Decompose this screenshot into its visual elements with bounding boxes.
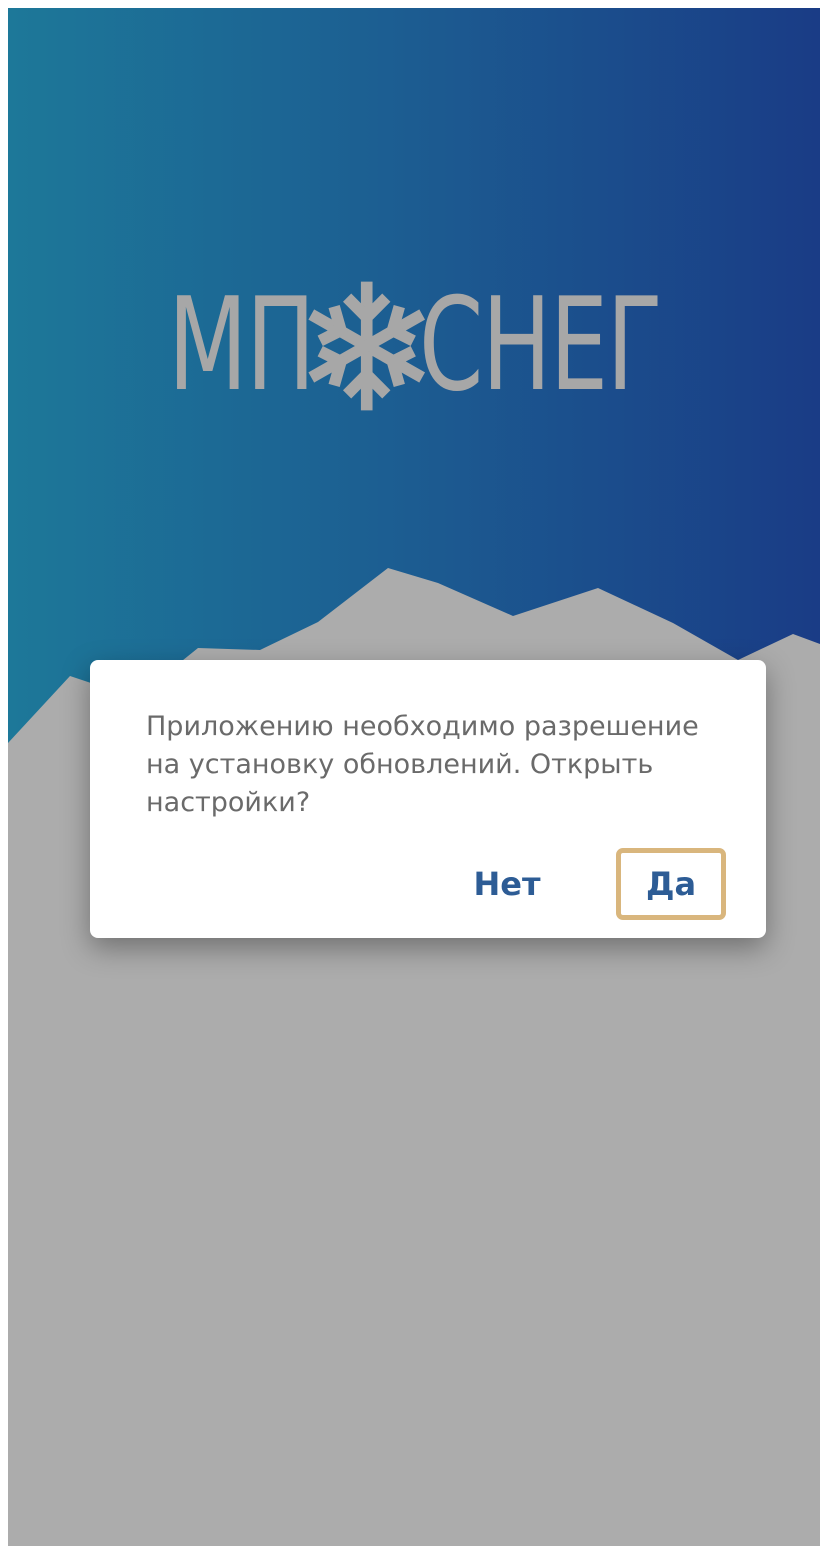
yes-button[interactable]: Да bbox=[616, 848, 726, 920]
logo-text-left: МП bbox=[168, 271, 315, 420]
app-logo: МП СНЕГ bbox=[168, 271, 663, 420]
update-permission-dialog: Приложению необходимо разрешение на уста… bbox=[90, 660, 766, 938]
dialog-message: Приложению необходимо разрешение на уста… bbox=[146, 711, 699, 818]
snowflake-icon bbox=[308, 281, 425, 411]
logo-text-right: СНЕГ bbox=[419, 271, 663, 420]
no-button[interactable]: Нет bbox=[460, 848, 554, 920]
splash-screen: МП СНЕГ Приложению необходимо разрешение… bbox=[8, 8, 820, 1546]
